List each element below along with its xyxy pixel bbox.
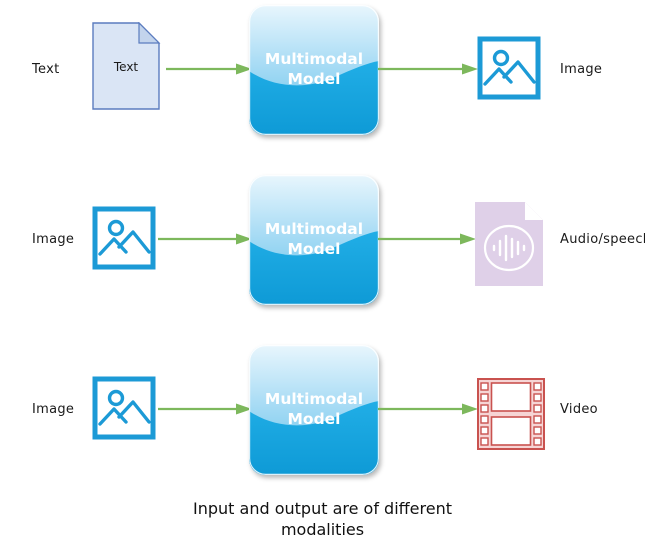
pipeline-row-image-to-audio: Image Multimodal Model Audio/speech — [0, 170, 645, 320]
model-label-line-1: Multimodal — [264, 50, 364, 69]
arrow-input-to-model — [166, 61, 252, 75]
input-label: Text — [32, 62, 60, 77]
model-label-line-2: Model — [287, 410, 341, 428]
film-strip-icon — [477, 378, 545, 450]
text-document-caption: Text — [113, 60, 139, 74]
multimodal-model-box[interactable]: Multimodal Model — [249, 345, 379, 475]
model-label-line-2: Model — [287, 70, 341, 88]
caption-line-2: modalities — [280, 520, 365, 540]
model-box-label: Multimodal Model — [249, 345, 379, 475]
picture-icon — [477, 36, 541, 100]
arrow-model-to-output — [378, 61, 478, 75]
input-label: Image — [32, 402, 75, 417]
model-box-label: Multimodal Model — [249, 5, 379, 135]
text-document-icon: Text — [92, 22, 166, 110]
multimodal-model-box[interactable]: Multimodal Model — [249, 5, 379, 135]
model-box-label: Multimodal Model — [249, 175, 379, 305]
pipeline-row-image-to-video: Image Multimodal Model Video — [0, 340, 645, 490]
arrow-input-to-model — [158, 401, 252, 415]
multimodal-model-box[interactable]: Multimodal Model — [249, 175, 379, 305]
output-label: Video — [560, 402, 598, 417]
diagram-caption: Input and output are of different modali… — [0, 498, 645, 540]
pipeline-row-text-to-image: Text Text Multimodal Model Image — [0, 0, 645, 150]
picture-icon — [92, 206, 156, 270]
input-label: Image — [32, 232, 75, 247]
arrow-model-to-output — [378, 401, 478, 415]
arrow-input-to-model — [158, 231, 252, 245]
caption-line-1: Input and output are of different — [193, 499, 452, 518]
picture-icon — [92, 376, 156, 440]
diagram-canvas: Text Text Multimodal Model Image Image M… — [0, 0, 645, 544]
output-label: Image — [560, 62, 603, 77]
output-label: Audio/speech — [560, 232, 645, 247]
model-label-line-1: Multimodal — [264, 220, 364, 239]
audio-waveform-document-icon — [475, 202, 545, 286]
model-label-line-1: Multimodal — [264, 390, 364, 409]
arrow-model-to-output — [378, 231, 476, 245]
model-label-line-2: Model — [287, 240, 341, 258]
